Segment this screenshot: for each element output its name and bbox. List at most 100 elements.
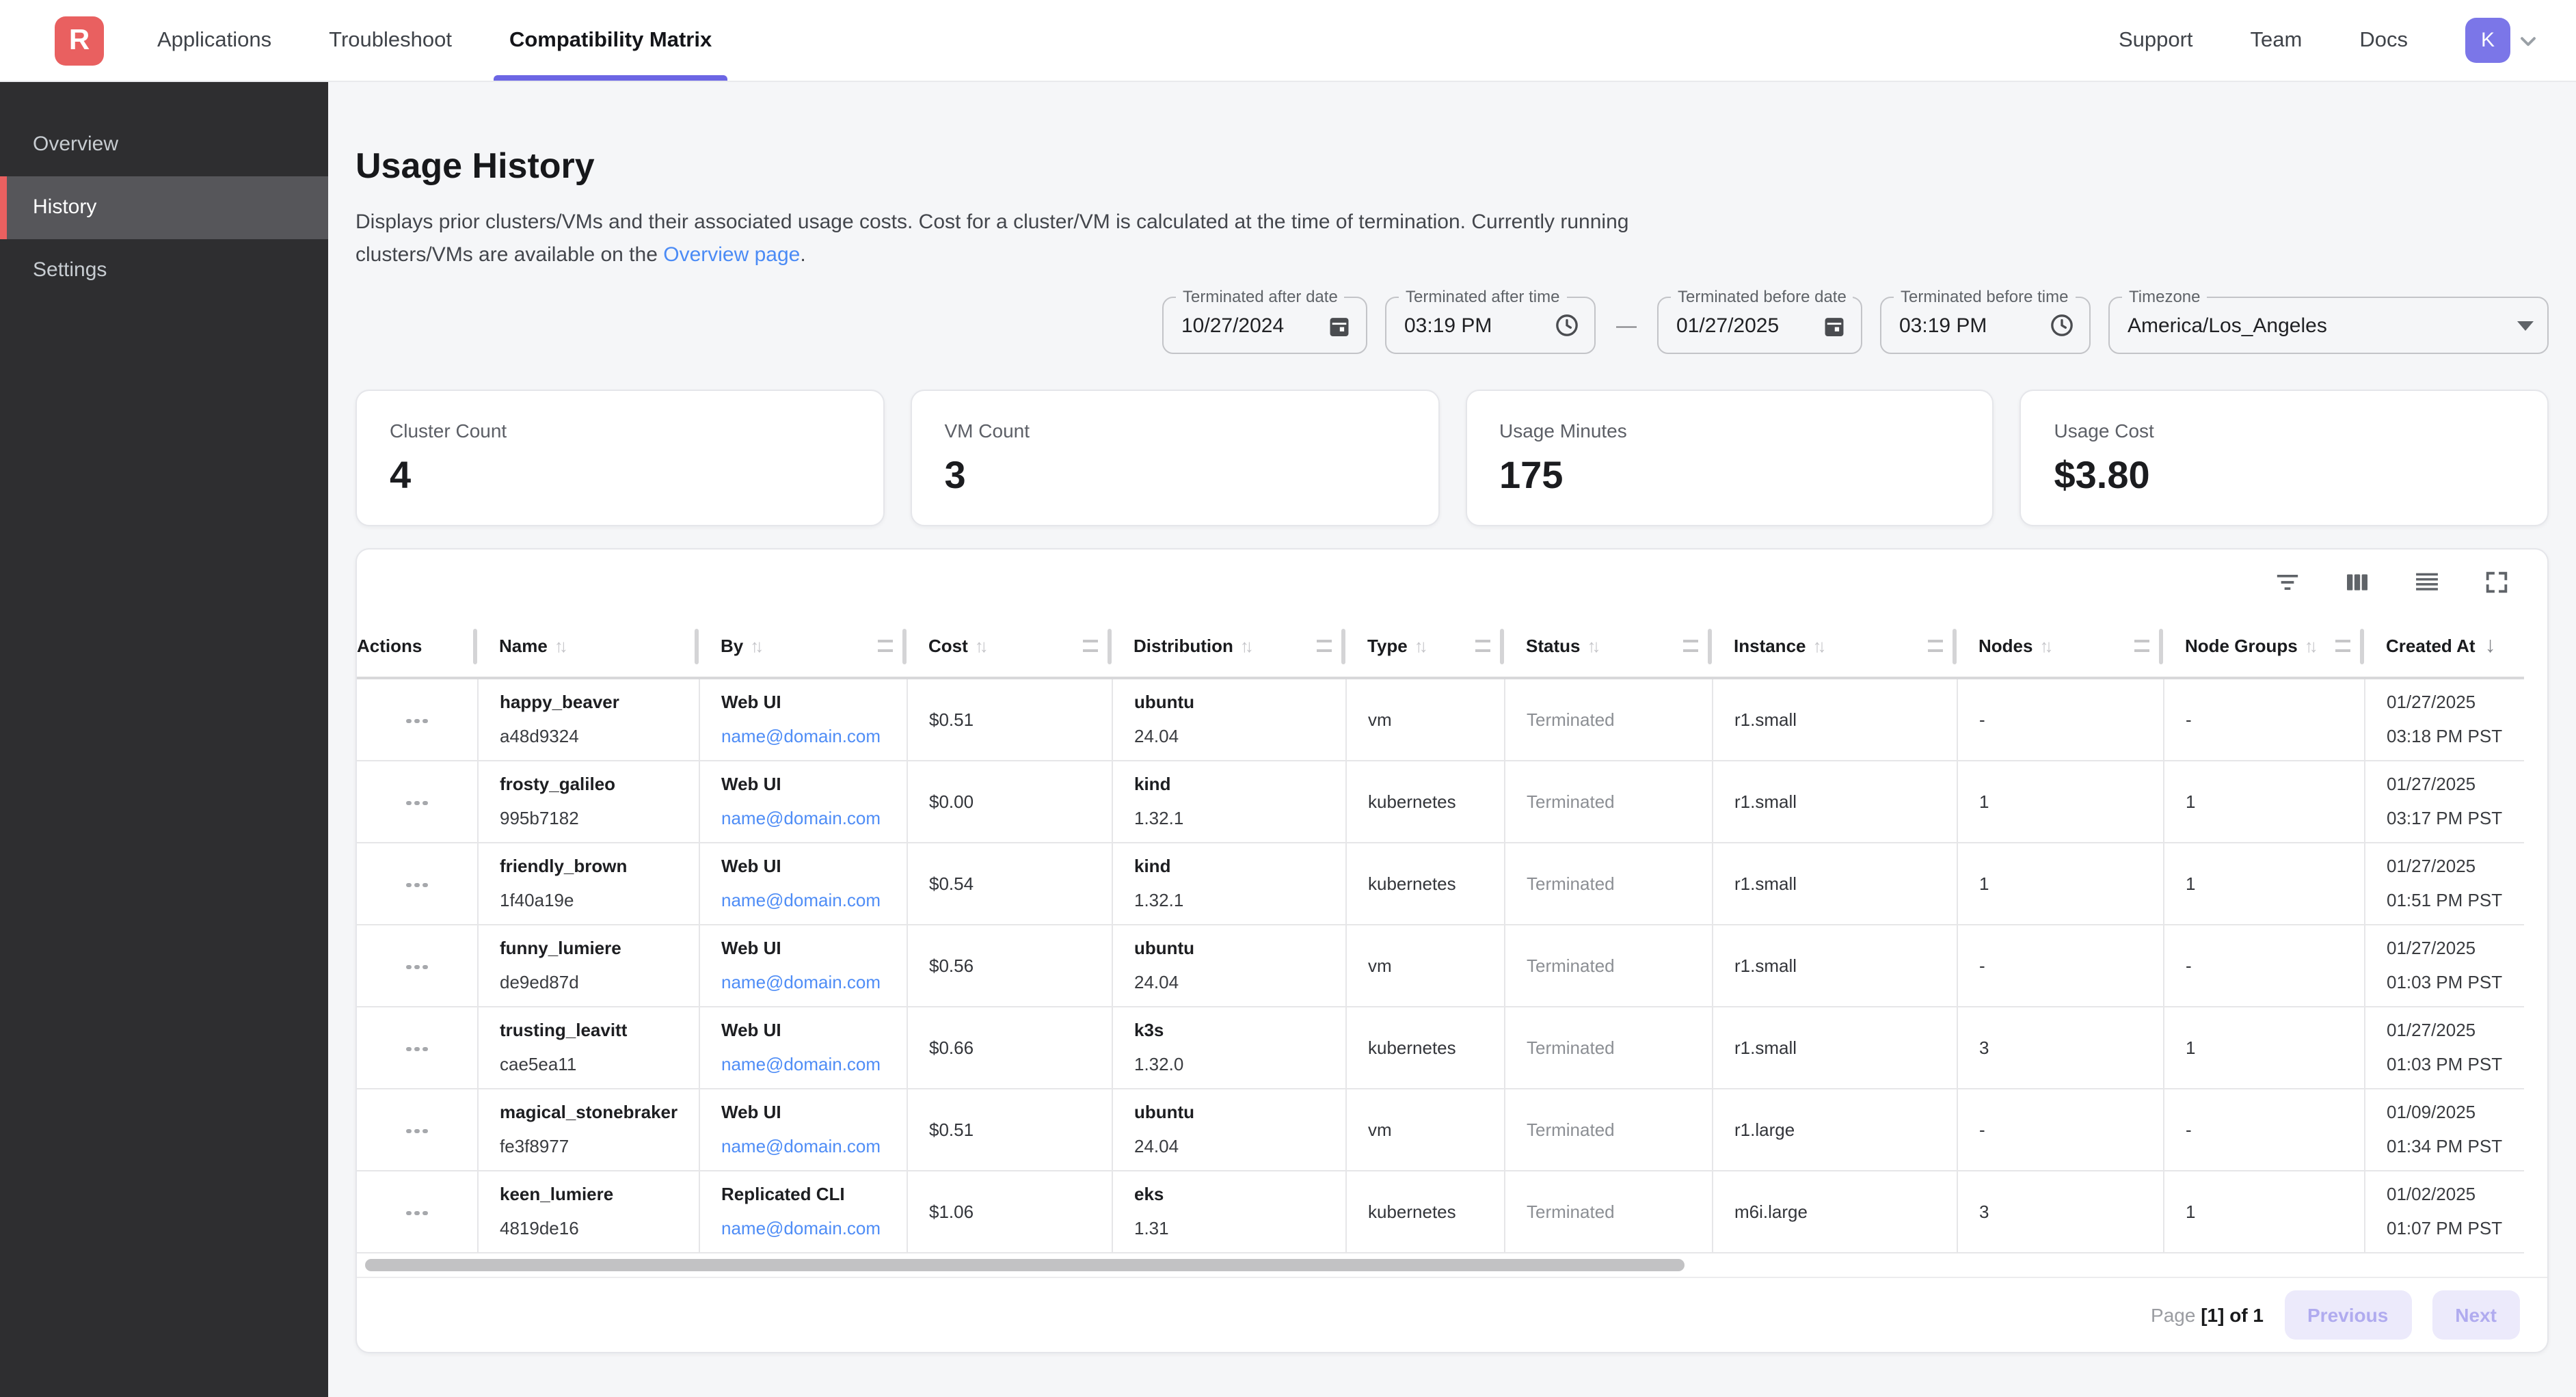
clock-icon[interactable] [1542, 312, 1581, 339]
sort-icon[interactable]: ↑↓ [1414, 636, 1424, 656]
column-header-nodes[interactable]: Nodes↑↓ [1957, 615, 2163, 678]
column-drag-handle[interactable] [2335, 640, 2350, 652]
cost-cell: $0.54 [907, 842, 1112, 924]
nav-link-support[interactable]: Support [2119, 28, 2193, 53]
distribution-name: eks [1134, 1177, 1334, 1211]
nav-link-team[interactable]: Team [2251, 28, 2303, 53]
node-groups-cell: - [2163, 924, 2364, 1006]
column-resize-handle[interactable] [1953, 628, 1957, 664]
stat-card-usage-cost: Usage Cost $3.80 [2020, 390, 2549, 526]
column-resize-handle[interactable] [695, 628, 699, 664]
sidebar-item-history[interactable]: History [0, 176, 328, 239]
dropdown-caret-icon[interactable] [2506, 321, 2534, 330]
sidebar-item-overview[interactable]: Overview [0, 113, 328, 176]
calendar-icon[interactable] [1810, 312, 1847, 338]
row-actions-button[interactable] [398, 792, 435, 813]
sort-icon[interactable]: ↑↓ [1240, 636, 1250, 656]
created-by-email-link[interactable]: name@domain.com [721, 1211, 895, 1245]
actions-cell [357, 760, 477, 842]
created-by-email-link[interactable]: name@domain.com [721, 965, 895, 999]
filter-range-separator: — [1616, 314, 1637, 337]
created-by-email-link[interactable]: name@domain.com [721, 1129, 895, 1163]
sort-icon[interactable]: ↑↓ [750, 636, 760, 656]
created-by-source: Web UI [721, 767, 895, 801]
column-drag-handle[interactable] [1317, 640, 1332, 652]
actions-cell [357, 678, 477, 760]
usage-table-card: Actions Name↑↓ By↑↓ [355, 548, 2549, 1353]
clock-icon[interactable] [2037, 312, 2076, 339]
created-by-email-link[interactable]: name@domain.com [721, 1047, 895, 1081]
sort-icon[interactable]: ↑↓ [1587, 636, 1596, 656]
column-header-distribution[interactable]: Distribution↑↓ [1112, 615, 1345, 678]
row-actions-button[interactable] [398, 1120, 435, 1141]
column-header-instance[interactable]: Instance↑↓ [1712, 615, 1957, 678]
row-actions-button[interactable] [398, 711, 435, 732]
column-header-cost[interactable]: Cost↑↓ [907, 615, 1112, 678]
column-drag-handle[interactable] [1083, 640, 1098, 652]
horizontal-scrollbar-thumb[interactable] [365, 1258, 1685, 1271]
terminated-before-time-field[interactable]: Terminated before time 03:19 PM [1880, 297, 2091, 354]
created-by-email-link[interactable]: name@domain.com [721, 883, 895, 917]
column-drag-handle[interactable] [1928, 640, 1943, 652]
instance-cell: r1.small [1712, 678, 1957, 760]
sidebar-item-settings[interactable]: Settings [0, 239, 328, 302]
status-cell: Terminated [1504, 760, 1712, 842]
column-drag-handle[interactable] [2134, 640, 2149, 652]
column-header-node-groups[interactable]: Node Groups↑↓ [2163, 615, 2364, 678]
created-by-email-link[interactable]: name@domain.com [721, 801, 895, 835]
column-header-name[interactable]: Name↑↓ [477, 615, 699, 678]
overview-page-link[interactable]: Overview page [663, 243, 800, 267]
column-drag-handle[interactable] [878, 640, 893, 652]
avatar[interactable]: K [2465, 18, 2510, 63]
cluster-id: fe3f8977 [500, 1129, 687, 1163]
column-resize-handle[interactable] [2159, 628, 2163, 664]
terminated-after-date-field[interactable]: Terminated after date 10/27/2024 [1162, 297, 1367, 354]
density-icon[interactable] [2413, 569, 2441, 596]
created-by-email-link[interactable]: name@domain.com [721, 720, 895, 754]
sort-icon[interactable]: ↑↓ [975, 636, 984, 656]
filter-icon[interactable] [2274, 569, 2301, 596]
fullscreen-icon[interactable] [2483, 569, 2510, 596]
chevron-down-icon[interactable] [2516, 28, 2540, 53]
terminated-before-date-field[interactable]: Terminated before date 01/27/2025 [1657, 297, 1862, 354]
column-resize-handle[interactable] [1500, 628, 1504, 664]
terminated-after-time-field[interactable]: Terminated after time 03:19 PM [1385, 297, 1596, 354]
column-resize-handle[interactable] [1108, 628, 1112, 664]
created-by-source: Web UI [721, 849, 895, 883]
created-date: 01/02/2025 [2387, 1177, 2513, 1211]
column-resize-handle[interactable] [2360, 628, 2364, 664]
tab-applications[interactable]: Applications [129, 0, 300, 81]
tab-compatibility-matrix[interactable]: Compatibility Matrix [481, 0, 740, 81]
column-header-created-at[interactable]: Created At↓ [2364, 615, 2524, 678]
sort-icon[interactable]: ↑↓ [2039, 636, 2049, 656]
sort-desc-icon[interactable]: ↓ [2485, 634, 2496, 658]
column-header-status[interactable]: Status↑↓ [1504, 615, 1712, 678]
column-drag-handle[interactable] [1475, 640, 1490, 652]
timezone-select[interactable]: Timezone America/Los_Angeles [2108, 297, 2549, 354]
column-drag-handle[interactable] [1683, 640, 1698, 652]
column-resize-handle[interactable] [902, 628, 907, 664]
row-actions-button[interactable] [398, 1202, 435, 1223]
column-header-type[interactable]: Type↑↓ [1345, 615, 1504, 678]
created-by-source: Web UI [721, 1095, 895, 1129]
sort-icon[interactable]: ↑↓ [554, 636, 564, 656]
row-actions-button[interactable] [398, 1038, 435, 1059]
tab-troubleshoot[interactable]: Troubleshoot [300, 0, 481, 81]
nav-link-docs[interactable]: Docs [2359, 28, 2408, 53]
row-actions-button[interactable] [398, 874, 435, 895]
sort-icon[interactable]: ↑↓ [1813, 636, 1823, 656]
column-resize-handle[interactable] [473, 628, 477, 664]
next-button[interactable]: Next [2432, 1290, 2520, 1339]
user-menu[interactable]: K [2465, 18, 2540, 63]
columns-icon[interactable] [2344, 569, 2371, 596]
sort-icon[interactable]: ↑↓ [2305, 636, 2314, 656]
previous-button[interactable]: Previous [2284, 1290, 2411, 1339]
replicated-logo[interactable]: R [55, 16, 104, 66]
column-resize-handle[interactable] [1341, 628, 1345, 664]
nodes-cell: 3 [1957, 1170, 2163, 1252]
by-cell: Web UI name@domain.com [699, 842, 907, 924]
row-actions-button[interactable] [398, 956, 435, 977]
calendar-icon[interactable] [1315, 312, 1352, 338]
column-header-by[interactable]: By↑↓ [699, 615, 907, 678]
column-resize-handle[interactable] [1708, 628, 1712, 664]
